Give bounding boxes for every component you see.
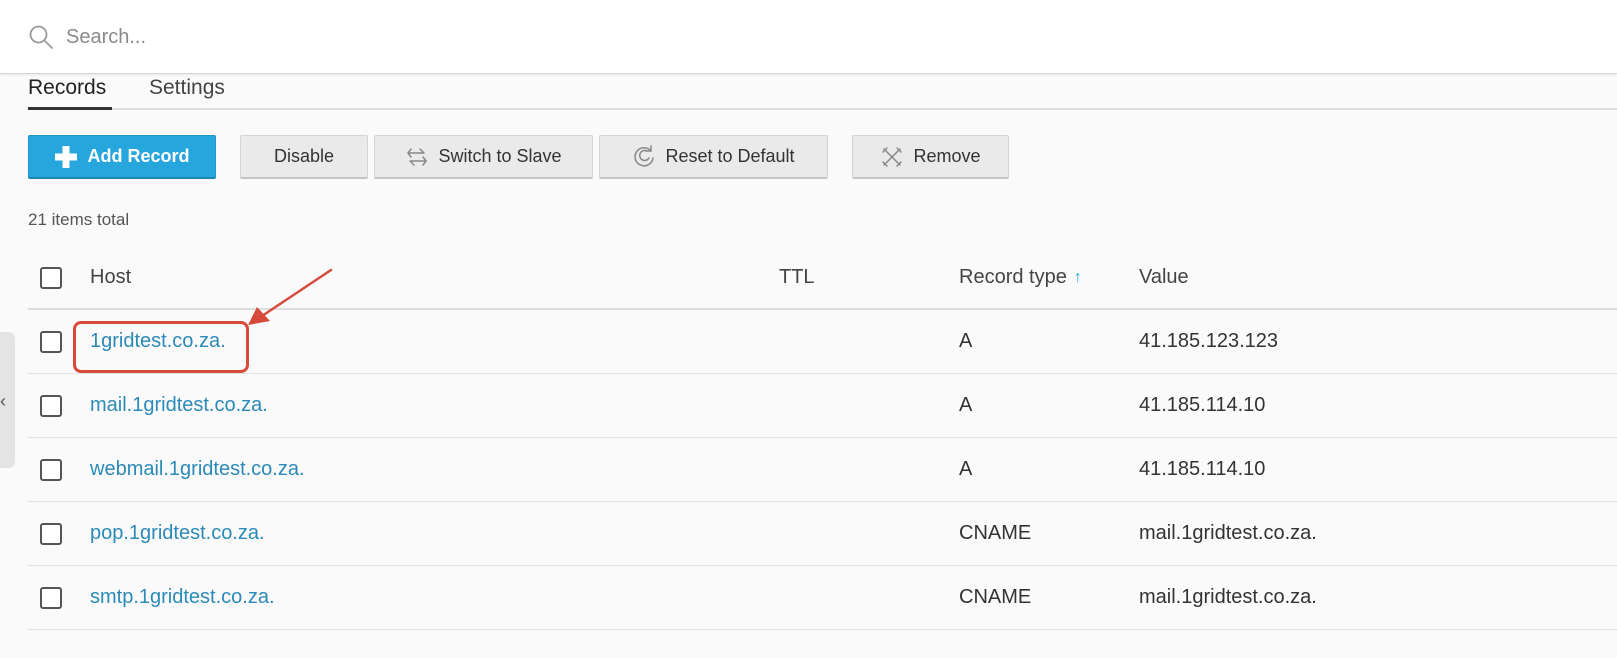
record-type-cell: A: [959, 458, 973, 480]
host-link[interactable]: webmail.1gridtest.co.za.: [90, 438, 305, 501]
reset-to-default-button[interactable]: Reset to Default: [599, 135, 828, 179]
value-cell: 41.185.123.123: [1139, 330, 1279, 352]
record-type-cell: A: [959, 394, 973, 416]
value-cell: 41.185.114.10: [1139, 394, 1266, 416]
dns-records-table: Host TTL Record type ↑ Value 1gridtest.c…: [28, 247, 1617, 630]
record-type-cell: CNAME: [959, 586, 1032, 608]
disable-button[interactable]: Disable: [240, 135, 368, 179]
row-checkbox[interactable]: [40, 586, 62, 609]
table-row: 1gridtest.co.za. A 41.185.123.123: [28, 310, 1617, 374]
remove-button[interactable]: Remove: [852, 135, 1009, 179]
row-checkbox[interactable]: [40, 522, 62, 545]
switch-to-slave-button[interactable]: Switch to Slave: [374, 135, 593, 179]
row-select-cell: [40, 310, 62, 373]
value-cell: mail.1gridtest.co.za.: [1139, 586, 1317, 608]
value-cell: 41.185.114.10: [1139, 458, 1266, 480]
row-checkbox[interactable]: [40, 330, 62, 353]
value-cell: mail.1gridtest.co.za.: [1139, 522, 1317, 544]
tab-settings[interactable]: Settings: [149, 74, 239, 110]
add-record-button[interactable]: Add Record: [28, 135, 216, 179]
add-record-label: Add Record: [87, 146, 190, 166]
row-select-cell: [40, 502, 62, 565]
host-link[interactable]: smtp.1gridtest.co.za.: [90, 566, 275, 629]
sort-ascending-icon: ↑: [1073, 268, 1082, 286]
table-header-row: Host TTL Record type ↑ Value: [28, 247, 1617, 310]
switch-icon: [407, 147, 428, 166]
reset-to-default-label: Reset to Default: [665, 146, 795, 166]
row-select-cell: [40, 566, 62, 629]
search-bar: [0, 0, 1617, 74]
remove-icon: [882, 146, 903, 167]
row-checkbox[interactable]: [40, 458, 62, 481]
remove-label: Remove: [913, 146, 981, 166]
chevron-left-icon[interactable]: ‹: [0, 392, 6, 410]
switch-to-slave-label: Switch to Slave: [438, 146, 562, 166]
table-row: mail.1gridtest.co.za. A 41.185.114.10: [28, 374, 1617, 438]
select-all-cell: [40, 247, 62, 308]
host-link[interactable]: mail.1gridtest.co.za.: [90, 374, 268, 437]
record-type-header-label: Record type: [959, 266, 1067, 288]
record-type-cell: CNAME: [959, 522, 1032, 544]
host-link[interactable]: pop.1gridtest.co.za.: [90, 502, 265, 565]
select-all-checkbox[interactable]: [40, 266, 62, 289]
search-icon: [29, 25, 53, 49]
plus-icon: [55, 145, 78, 168]
row-checkbox[interactable]: [40, 394, 62, 417]
column-header-host[interactable]: Host: [90, 247, 131, 308]
column-header-ttl[interactable]: TTL: [779, 247, 815, 308]
table-row: pop.1gridtest.co.za. CNAME mail.1gridtes…: [28, 502, 1617, 566]
search-input[interactable]: [66, 20, 766, 54]
table-row: webmail.1gridtest.co.za. A 41.185.114.10: [28, 438, 1617, 502]
disable-label: Disable: [273, 146, 335, 166]
record-type-cell: A: [959, 330, 973, 352]
table-row: smtp.1gridtest.co.za. CNAME mail.1gridte…: [28, 566, 1617, 630]
host-link[interactable]: 1gridtest.co.za.: [90, 310, 226, 373]
items-total-count: 21 items total: [28, 210, 130, 229]
row-select-cell: [40, 374, 62, 437]
column-header-record-type[interactable]: Record type ↑: [959, 247, 1082, 308]
reset-icon: [634, 144, 655, 166]
row-select-cell: [40, 438, 62, 501]
column-header-value[interactable]: Value: [1139, 247, 1189, 308]
tab-records[interactable]: Records: [28, 74, 112, 110]
tab-bar: Records Settings: [28, 74, 1617, 110]
